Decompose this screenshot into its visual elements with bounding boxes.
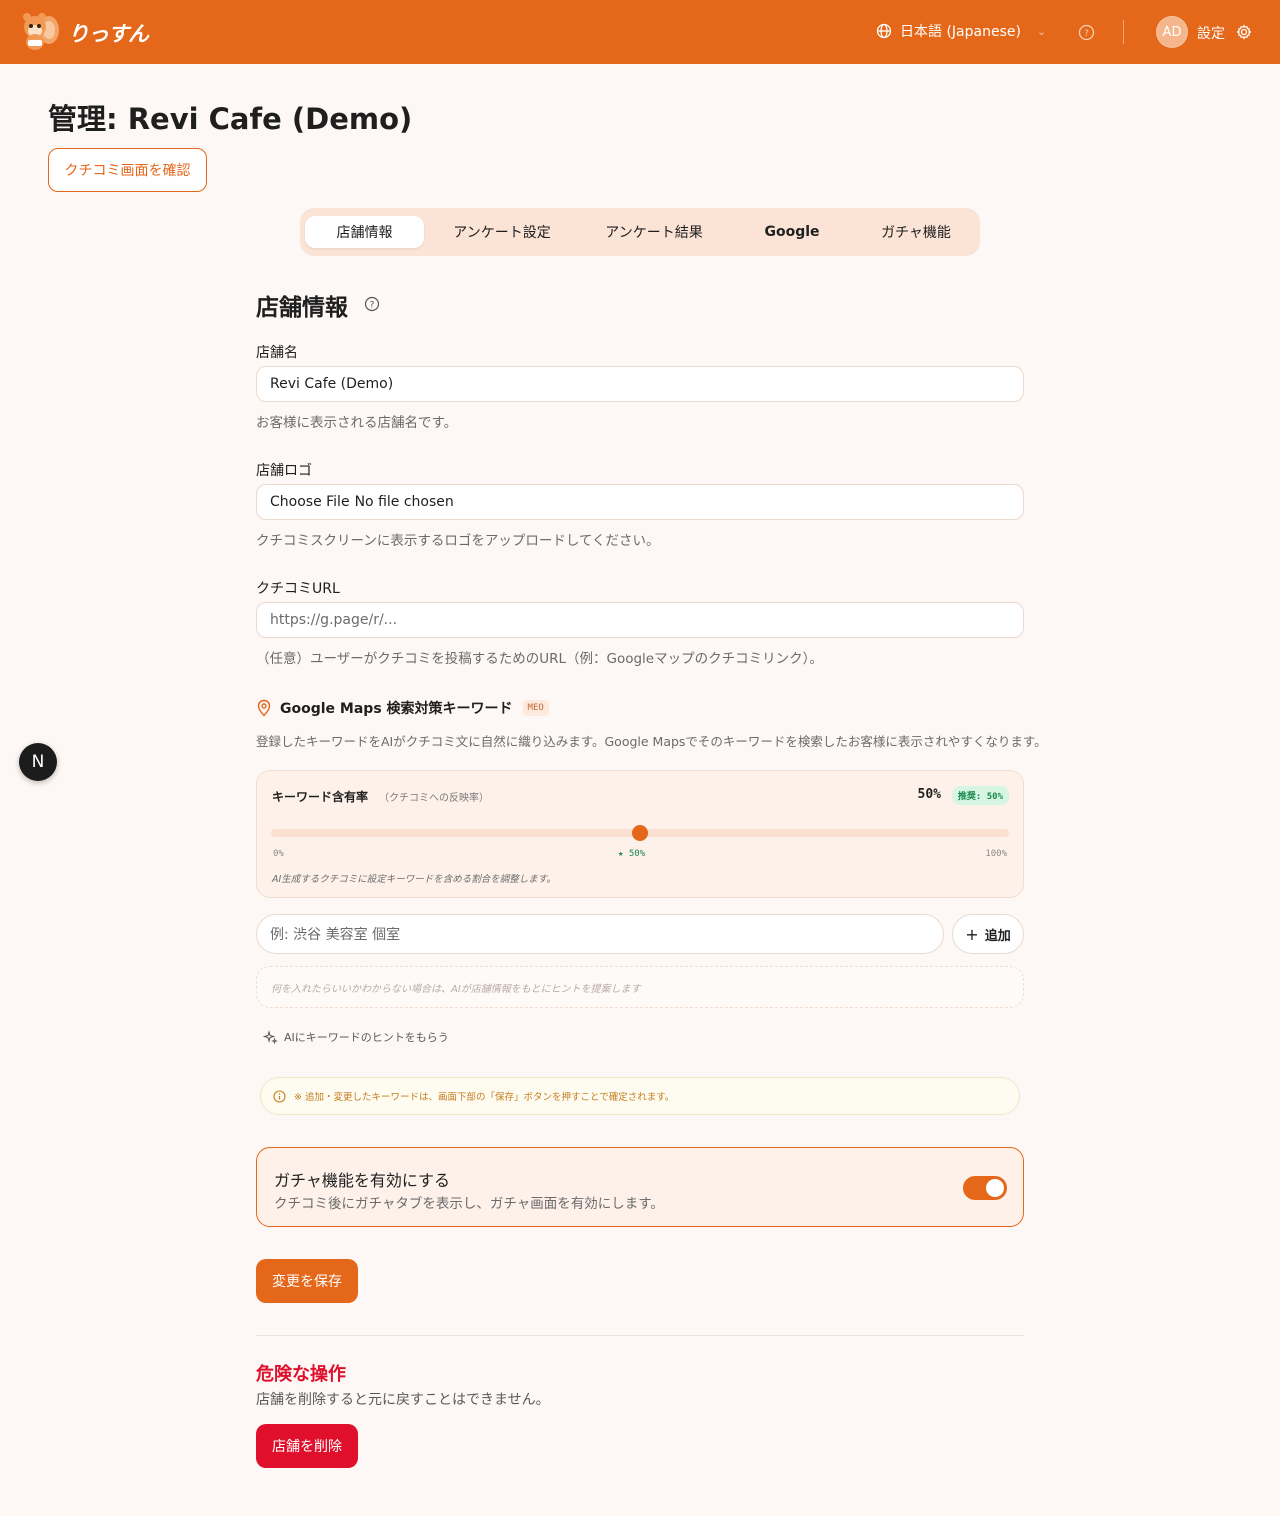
gacha-toggle-card: ガチャ機能を有効にする クチコミ後にガチャタブを表示し、ガチャ画面を有効にします…	[256, 1147, 1024, 1227]
keyword-rate-card: キーワード含有率 （クチコミへの反映率） 50% 推奨: 50% 0% ★ 50…	[256, 770, 1024, 898]
store-logo-file-input[interactable]: Choose File No file chosen	[256, 484, 1024, 520]
tab-gacha[interactable]: ガチャ機能	[860, 216, 972, 248]
tab-bar: 店舗情報 アンケート設定 アンケート結果 Google ガチャ機能	[300, 208, 980, 256]
svg-text:?: ?	[370, 301, 375, 311]
save-notice: ※ 追加・変更したキーワードは、画面下部の「保存」ボタンを押すことで確定されます…	[260, 1077, 1020, 1115]
toggle-knob	[986, 1179, 1004, 1197]
delete-store-button[interactable]: 店舗を削除	[256, 1424, 358, 1468]
danger-zone-title: 危険な操作	[256, 1364, 346, 1385]
review-url-input[interactable]: https://g.page/r/...	[256, 602, 1024, 638]
settings-link[interactable]: 設定	[1197, 23, 1225, 43]
meo-description: 登録したキーワードをAIがクチコミ文に自然に織り込みます。Google Maps…	[256, 734, 1047, 749]
keyword-rate-label: キーワード含有率	[272, 790, 369, 804]
keyword-rate-note: AI生成するクチコミに設定キーワードを含める割合を調整します。	[272, 874, 556, 885]
tab-store-info[interactable]: 店舗情報	[305, 216, 424, 248]
save-button[interactable]: 変更を保存	[256, 1259, 358, 1303]
page-title: 管理: Revi Cafe (Demo)	[48, 102, 413, 136]
gear-icon[interactable]	[1236, 24, 1252, 40]
gacha-toggle[interactable]	[963, 1176, 1007, 1200]
keyword-input[interactable]: 例: 渋谷 美容室 個室	[256, 914, 944, 954]
plus-icon: +	[965, 924, 979, 944]
view-reviews-button[interactable]: クチコミ画面を確認	[48, 148, 207, 192]
tick-min: 0%	[273, 849, 284, 859]
gacha-title: ガチャ機能を有効にする	[274, 1171, 451, 1190]
review-url-help: （任意）ユーザーがクチコミを投稿するためのURL（例：Googleマップのクチコ…	[256, 651, 823, 667]
ai-hint-label: AIにキーワードのヒントをもらう	[284, 1031, 449, 1044]
meo-header: Google Maps 検索対策キーワード MEO	[256, 698, 549, 718]
add-keyword-label: 追加	[984, 928, 1011, 944]
language-selector[interactable]: 日本語 (Japanese) ⌄	[876, 21, 1046, 41]
keyword-rate-value: 50%	[917, 787, 941, 802]
floating-n-badge[interactable]: N	[19, 743, 57, 781]
store-logo-help: クチコミスクリーンに表示するロゴをアップロードしてください。	[256, 533, 660, 549]
info-icon	[273, 1089, 286, 1103]
header-divider	[1123, 20, 1124, 44]
keyword-rate-slider[interactable]	[271, 825, 1009, 841]
tab-google[interactable]: Google	[736, 216, 848, 248]
language-label: 日本語 (Japanese)	[900, 24, 1021, 40]
help-icon[interactable]: ?	[1078, 24, 1095, 41]
globe-icon	[876, 23, 892, 39]
store-logo-label: 店舗ロゴ	[256, 463, 312, 479]
meo-badge: MEO	[522, 700, 549, 716]
add-keyword-button[interactable]: + 追加	[952, 914, 1024, 954]
ai-hint-button[interactable]: AIにキーワードのヒントをもらう	[263, 1029, 449, 1045]
tick-recommended: ★ 50%	[618, 849, 646, 859]
svg-text:?: ?	[1084, 29, 1089, 39]
tab-survey-results[interactable]: アンケート結果	[584, 216, 724, 248]
store-name-label: 店舗名	[256, 345, 298, 361]
divider	[256, 1335, 1024, 1336]
map-pin-icon	[257, 699, 271, 717]
review-url-label: クチコミURL	[256, 581, 340, 597]
avatar[interactable]: AD	[1156, 16, 1188, 48]
meo-title: Google Maps 検索対策キーワード	[280, 701, 513, 717]
danger-zone-description: 店舗を削除すると元に戻すことはできません。	[256, 1392, 550, 1408]
chevron-down-icon: ⌄	[1036, 24, 1047, 38]
top-bar: りっすん 日本語 (Japanese) ⌄ ? AD 設定	[0, 0, 1280, 64]
tab-survey-settings[interactable]: アンケート設定	[432, 216, 572, 248]
help-icon[interactable]: ?	[364, 296, 380, 312]
section-title: 店舗情報	[256, 295, 348, 321]
recommended-badge: 推奨: 50%	[951, 786, 1009, 805]
brand-name[interactable]: りっすん	[68, 18, 149, 48]
choose-file-button[interactable]: Choose File	[270, 494, 350, 510]
keyword-rate-sublabel: （クチコミへの反映率）	[379, 793, 489, 804]
save-notice-text: ※ 追加・変更したキーワードは、画面下部の「保存」ボタンを押すことで確定されます…	[294, 1092, 675, 1103]
file-status: No file chosen	[354, 494, 454, 510]
store-name-help: お客様に表示される店舗名です。	[256, 415, 458, 431]
squirrel-logo-icon[interactable]	[18, 10, 60, 52]
gacha-description: クチコミ後にガチャタブを表示し、ガチャ画面を有効にします。	[274, 1196, 664, 1212]
sparkles-icon	[263, 1029, 278, 1044]
keyword-hint-box: 何を入れたらいいかわからない場合は、AIが店舗情報をもとにヒントを提案します	[256, 966, 1024, 1008]
store-name-input[interactable]: Revi Cafe (Demo)	[256, 366, 1024, 402]
slider-thumb[interactable]	[632, 825, 648, 841]
tick-max: 100%	[985, 849, 1007, 859]
